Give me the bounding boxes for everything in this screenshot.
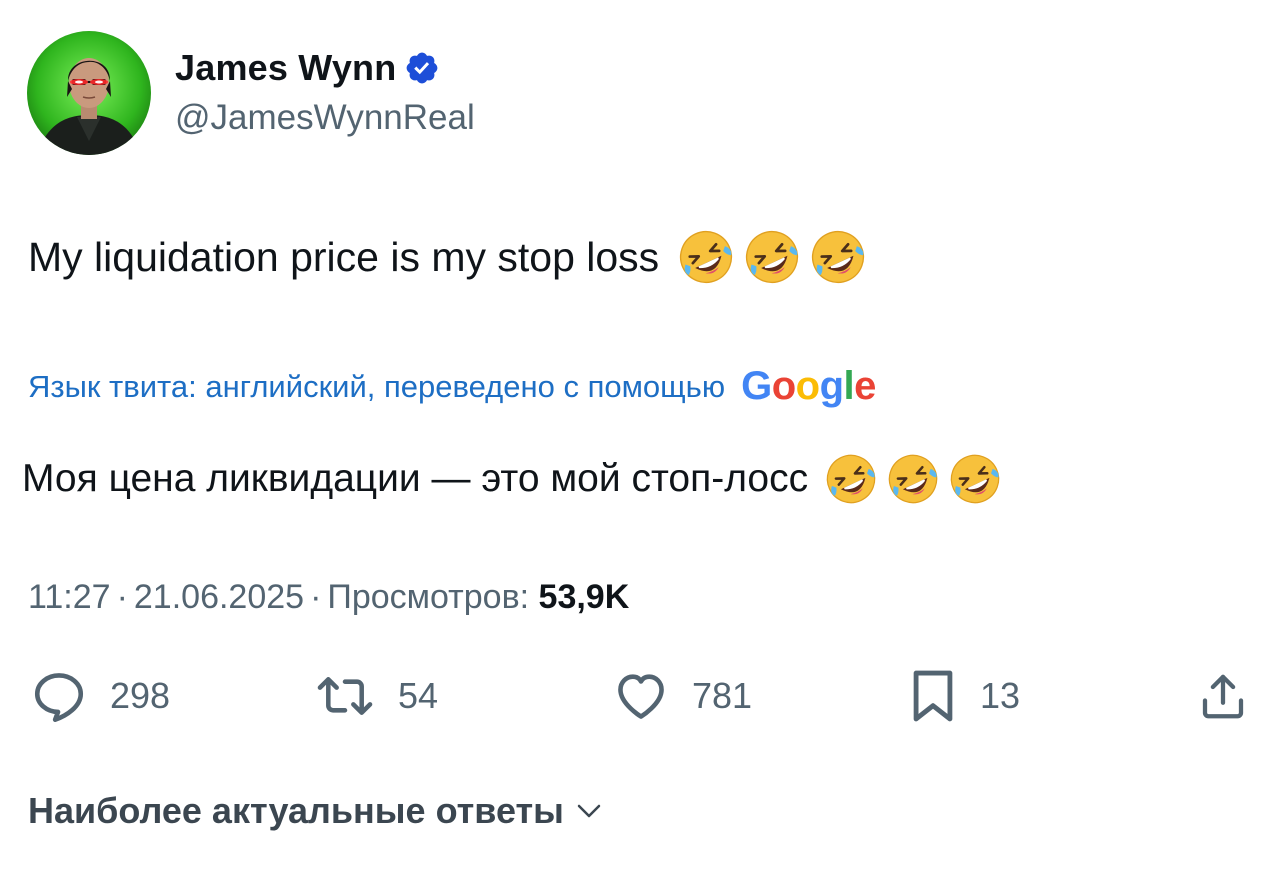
reply-button[interactable]: 298 — [30, 664, 170, 728]
translated-emoji-group — [824, 452, 1002, 506]
tweet-meta: 11:27 · 21.06.2025 · Просмотров: 53,9K — [28, 578, 629, 617]
like-button[interactable]: 781 — [612, 664, 752, 728]
translation-attribution[interactable]: Язык твита: английский, переведено с пом… — [28, 364, 876, 409]
heart-icon — [618, 674, 664, 719]
tweet-date[interactable]: 21.06.2025 — [134, 578, 304, 616]
tweet-text: My liquidation price is my stop loss — [28, 228, 867, 286]
replies-sort-label: Наиболее актуальные ответы — [28, 790, 564, 831]
translated-text: Моя цена ликвидации — это мой стоп-лосс — [22, 452, 1002, 506]
name-row: James Wynn — [175, 44, 475, 92]
retweet-button[interactable]: 54 — [314, 664, 438, 728]
bookmark-icon — [913, 670, 953, 722]
share-button[interactable] — [1196, 664, 1250, 728]
bookmark-count: 13 — [980, 675, 1021, 716]
retweet-icon — [317, 677, 373, 715]
retweet-count: 54 — [398, 675, 439, 716]
translated-text-content: Моя цена ликвидации — это мой стоп-лосс — [22, 457, 809, 500]
rolling-on-floor-laughing-emoji-icon — [743, 228, 801, 286]
rolling-on-floor-laughing-emoji-icon — [809, 228, 867, 286]
google-logo: Google — [741, 364, 876, 408]
meta-separator: · — [310, 578, 322, 616]
action-bar: 298 54 781 13 — [0, 664, 1280, 728]
views-label: Просмотров: — [327, 578, 530, 616]
chevron-down-icon — [577, 804, 601, 818]
author-block: James Wynn @JamesWynnReal — [175, 44, 475, 138]
avatar[interactable] — [27, 31, 151, 155]
tweet-time[interactable]: 11:27 — [28, 578, 111, 616]
bookmark-button[interactable]: 13 — [908, 664, 1020, 728]
rolling-on-floor-laughing-emoji-icon — [677, 228, 735, 286]
verified-badge-icon[interactable] — [404, 50, 440, 86]
reply-count: 298 — [110, 675, 171, 716]
translation-label: Язык твита: английский, переведено с пом… — [28, 368, 726, 404]
share-icon — [1202, 674, 1244, 719]
tweet-emoji-group — [677, 228, 867, 286]
tweet-text-content: My liquidation price is my stop loss — [28, 233, 660, 280]
views-count[interactable]: 53,9K — [539, 578, 630, 616]
replies-sort-dropdown[interactable]: Наиболее актуальные ответы — [28, 790, 604, 832]
rolling-on-floor-laughing-emoji-icon — [824, 452, 878, 506]
display-name[interactable]: James Wynn — [175, 47, 396, 89]
like-count: 781 — [692, 675, 753, 716]
reply-icon — [34, 673, 84, 722]
avatar-image — [27, 31, 151, 155]
user-handle[interactable]: @JamesWynnReal — [175, 98, 475, 138]
meta-separator: · — [116, 578, 128, 616]
rolling-on-floor-laughing-emoji-icon — [886, 452, 940, 506]
rolling-on-floor-laughing-emoji-icon — [948, 452, 1002, 506]
